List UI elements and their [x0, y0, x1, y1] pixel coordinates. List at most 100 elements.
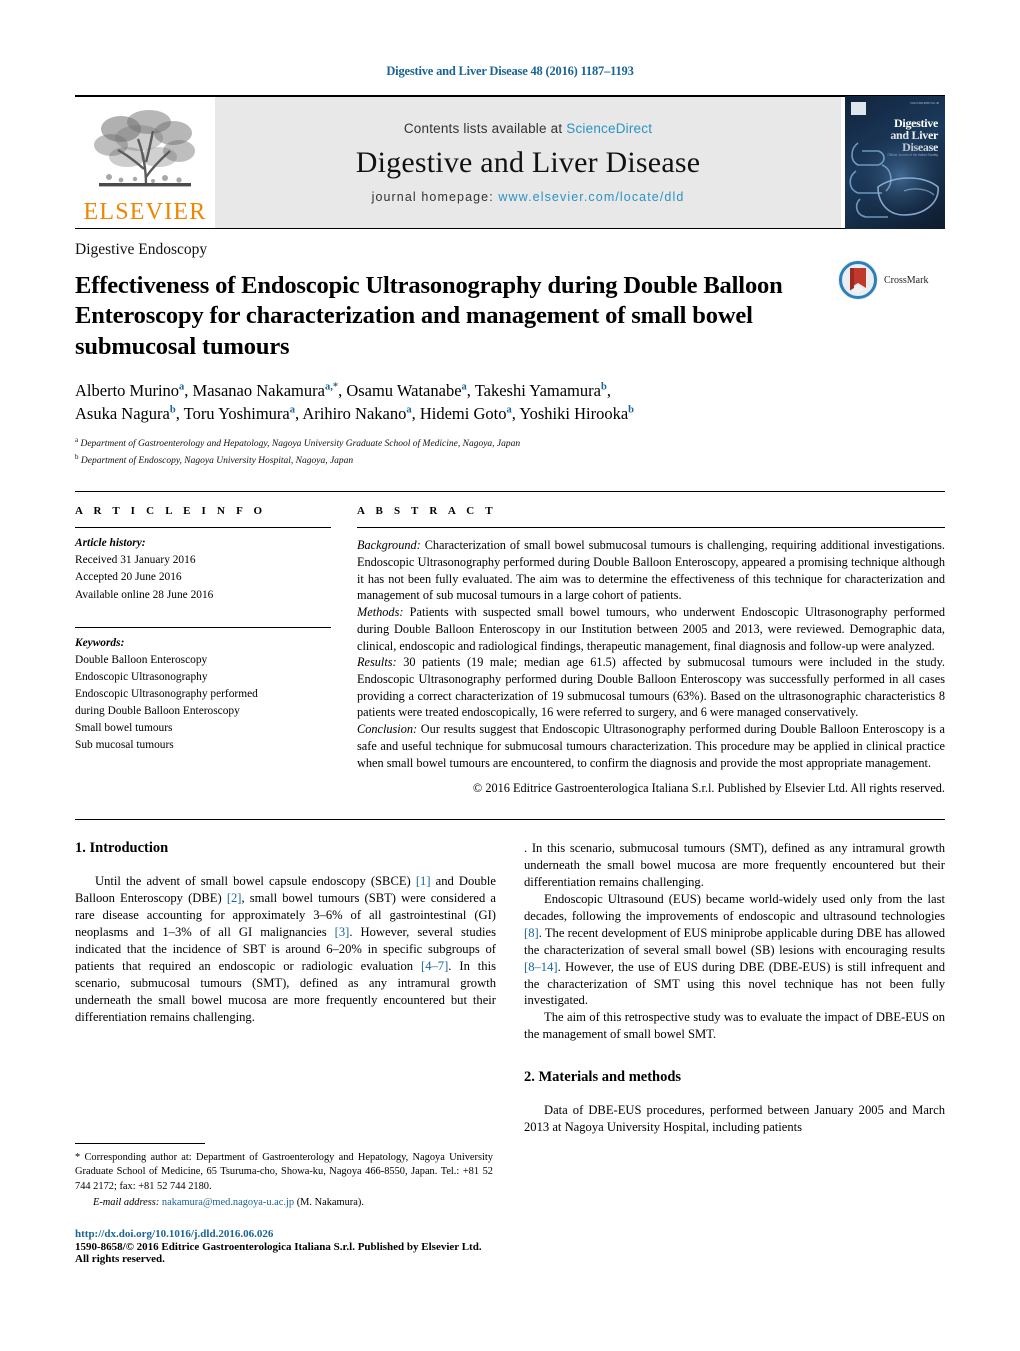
- author-name[interactable]: Takeshi Yamamura: [475, 381, 601, 400]
- article-subject-category: Digestive Endoscopy: [75, 241, 208, 258]
- abstract-text-conclusion: Our results suggest that Endoscopic Ultr…: [357, 722, 945, 770]
- keyword-item: Endoscopic Ultrasonography performed: [75, 687, 258, 700]
- abstract-text-methods: Patients with suspected small bowel tumo…: [357, 605, 945, 653]
- author-name[interactable]: Hidemi Goto: [420, 404, 507, 423]
- author-name[interactable]: Arihiro Nakano: [302, 404, 406, 423]
- cover-image: ISSN 1590-8658 VOL 48 Digestive and Live…: [845, 96, 945, 229]
- abstract-body: Background: Characterization of small bo…: [357, 537, 945, 797]
- author-name[interactable]: Masanao Nakamura: [193, 381, 325, 400]
- abstract-text-results: 30 patients (19 male; median age 61.5) a…: [357, 655, 945, 720]
- citation-ref[interactable]: [8–14]: [524, 960, 558, 974]
- abstract-label-conclusion: Conclusion:: [357, 722, 418, 737]
- history-item: Received 31 January 2016: [75, 554, 196, 567]
- author-name[interactable]: Alberto Murino: [75, 381, 179, 400]
- body-top-rule: [75, 819, 945, 820]
- author-affil-marker: a,*: [324, 381, 339, 393]
- doi-block: http://dx.doi.org/10.1016/j.dld.2016.06.…: [75, 1228, 493, 1265]
- intro-paragraph-1-continued: . In this scenario, submucosal tumours (…: [524, 841, 945, 889]
- methods-paragraph-1: Data of DBE-EUS procedures, performed be…: [524, 1103, 945, 1135]
- doi-link[interactable]: http://dx.doi.org/10.1016/j.dld.2016.06.…: [75, 1228, 493, 1240]
- intro-paragraph-3: The aim of this retrospective study was …: [524, 1010, 945, 1042]
- abstract-heading: A B S T R A C T: [357, 505, 497, 518]
- abstract-label-background: Background:: [357, 538, 421, 553]
- email-link[interactable]: nakamura@med.nagoya-u.ac.jp: [162, 1197, 294, 1208]
- author-affil-marker: a: [461, 381, 467, 393]
- article-header: CrossMark Digestive Endoscopy Effectiven…: [75, 229, 945, 469]
- intro-paragraph-1: Until the advent of small bowel capsule …: [75, 874, 497, 1024]
- abstract-paragraph-background: Background: Characterization of small bo…: [357, 537, 945, 604]
- journal-homepage-line: journal homepage: www.elsevier.com/locat…: [372, 190, 685, 204]
- email-line: E-mail address: nakamura@med.nagoya-u.ac…: [75, 1197, 493, 1208]
- elsevier-tree-icon: [94, 110, 195, 187]
- corresponding-author-note: * Corresponding author at: Department of…: [75, 1151, 493, 1195]
- article-history-label: Article history:: [75, 537, 146, 550]
- homepage-prefix: journal homepage:: [371, 190, 494, 204]
- contents-available-line: Contents lists available at ScienceDirec…: [404, 121, 652, 136]
- keyword-item: Endoscopic Ultrasonography: [75, 670, 208, 683]
- citation-ref[interactable]: [3]: [335, 925, 350, 939]
- issn-copyright-line: 1590-8658/© 2016 Editrice Gastroenterolo…: [75, 1241, 482, 1265]
- cover-topbar: ISSN 1590-8658 VOL 48: [851, 102, 939, 115]
- author-affil-marker: b: [600, 381, 607, 393]
- crossmark-label: CrossMark: [884, 274, 929, 286]
- author-name[interactable]: Yoshiki Hirooka: [519, 404, 628, 423]
- cover-publisher-badge: [851, 102, 866, 115]
- intro-paragraph-2: Endoscopic Ultrasound (EUS) became world…: [524, 891, 945, 1008]
- keywords-divider: [75, 626, 331, 628]
- abstract-divider: [357, 527, 945, 529]
- article-history-block: Article history: Received 31 January 201…: [75, 535, 331, 603]
- author-name[interactable]: Toru Yoshimura: [184, 404, 290, 423]
- elsevier-logo: ELSEVIER: [75, 97, 215, 228]
- body-column-right: . In this scenario, submucosal tumours (…: [524, 840, 945, 1136]
- abstract-label-methods: Methods:: [357, 605, 404, 620]
- author-affil-marker: b: [628, 404, 635, 416]
- citation-ref[interactable]: [2]: [227, 891, 242, 905]
- author-affil-marker: a: [179, 381, 185, 393]
- author-affil-marker: b: [169, 404, 176, 416]
- citation-ref[interactable]: [1]: [416, 874, 431, 888]
- journal-masthead: ELSEVIER Contents lists available at Sci…: [75, 95, 945, 229]
- info-divider: [75, 527, 331, 529]
- author-name[interactable]: Asuka Nagura: [75, 404, 170, 423]
- citation-ref[interactable]: [4–7]: [421, 959, 448, 973]
- abstract-paragraph-methods: Methods: Patients with suspected small b…: [357, 604, 945, 654]
- abstract-paragraph-results: Results: 30 patients (19 male; median ag…: [357, 654, 945, 721]
- homepage-url-link[interactable]: www.elsevier.com/locate/dld: [498, 190, 684, 204]
- article-title: Effectiveness of Endoscopic Ultrasonogra…: [75, 272, 783, 360]
- keyword-item: during Double Balloon Enteroscopy: [75, 705, 240, 718]
- article-info-column: A R T I C L E I N F O Article history: R…: [75, 505, 331, 797]
- crossmark-badge[interactable]: CrossMark: [837, 257, 945, 303]
- article-info-heading: A R T I C L E I N F O: [75, 505, 267, 518]
- keyword-item: Double Balloon Enteroscopy: [75, 653, 208, 666]
- affiliation-item: b Department of Endoscopy, Nagoya Univer…: [75, 453, 354, 467]
- email-label: E-mail address:: [93, 1197, 160, 1208]
- corresponding-author-text: Corresponding author at: Department of G…: [75, 1151, 493, 1193]
- abstract-label-results: Results:: [357, 655, 397, 670]
- article-body: 1. Introduction Until the advent of smal…: [75, 840, 945, 1136]
- sciencedirect-link[interactable]: ScienceDirect: [566, 121, 652, 136]
- abstract-paragraph-conclusion: Conclusion: Our results suggest that End…: [357, 721, 945, 771]
- abstract-column: A B S T R A C T Background: Characteriza…: [357, 505, 945, 797]
- abstract-text-background: Characterization of small bowel submucos…: [357, 538, 945, 603]
- journal-cover-thumbnail: ISSN 1590-8658 VOL 48 Digestive and Live…: [841, 96, 945, 229]
- author-name[interactable]: Osamu Watanabe: [346, 381, 461, 400]
- author-list: Alberto Murinoa, Masanao Nakamuraa,*, Os…: [75, 380, 635, 423]
- citation-ref[interactable]: [8]: [524, 926, 539, 940]
- journal-band: Contents lists available at ScienceDirec…: [215, 97, 841, 228]
- body-column-left: 1. Introduction Until the advent of smal…: [75, 840, 496, 1136]
- email-owner: (M. Nakamura).: [296, 1197, 364, 1208]
- abstract-copyright: © 2016 Editrice Gastroenterologica Itali…: [472, 781, 945, 796]
- heading-introduction: 1. Introduction: [75, 840, 169, 856]
- info-abstract-section: A R T I C L E I N F O Article history: R…: [75, 491, 945, 797]
- heading-materials-and-methods: 2. Materials and methods: [524, 1069, 682, 1086]
- keywords-label: Keywords:: [75, 636, 125, 649]
- keywords-block: Keywords: Double Balloon Enteroscopy End…: [75, 635, 331, 755]
- author-affil-marker: a: [406, 404, 412, 416]
- elsevier-wordmark: ELSEVIER: [83, 199, 207, 225]
- keyword-item: Sub mucosal tumours: [75, 739, 174, 752]
- history-item: Accepted 20 June 2016: [75, 571, 182, 584]
- affiliation-item: a Department of Gastroenterology and Hep…: [75, 436, 521, 450]
- keyword-item: Small bowel tumours: [75, 722, 173, 735]
- article-page: Digestive and Liver Disease 48 (2016) 11…: [0, 0, 1020, 1351]
- cover-meta-text: ISSN 1590-8658 VOL 48: [910, 102, 939, 105]
